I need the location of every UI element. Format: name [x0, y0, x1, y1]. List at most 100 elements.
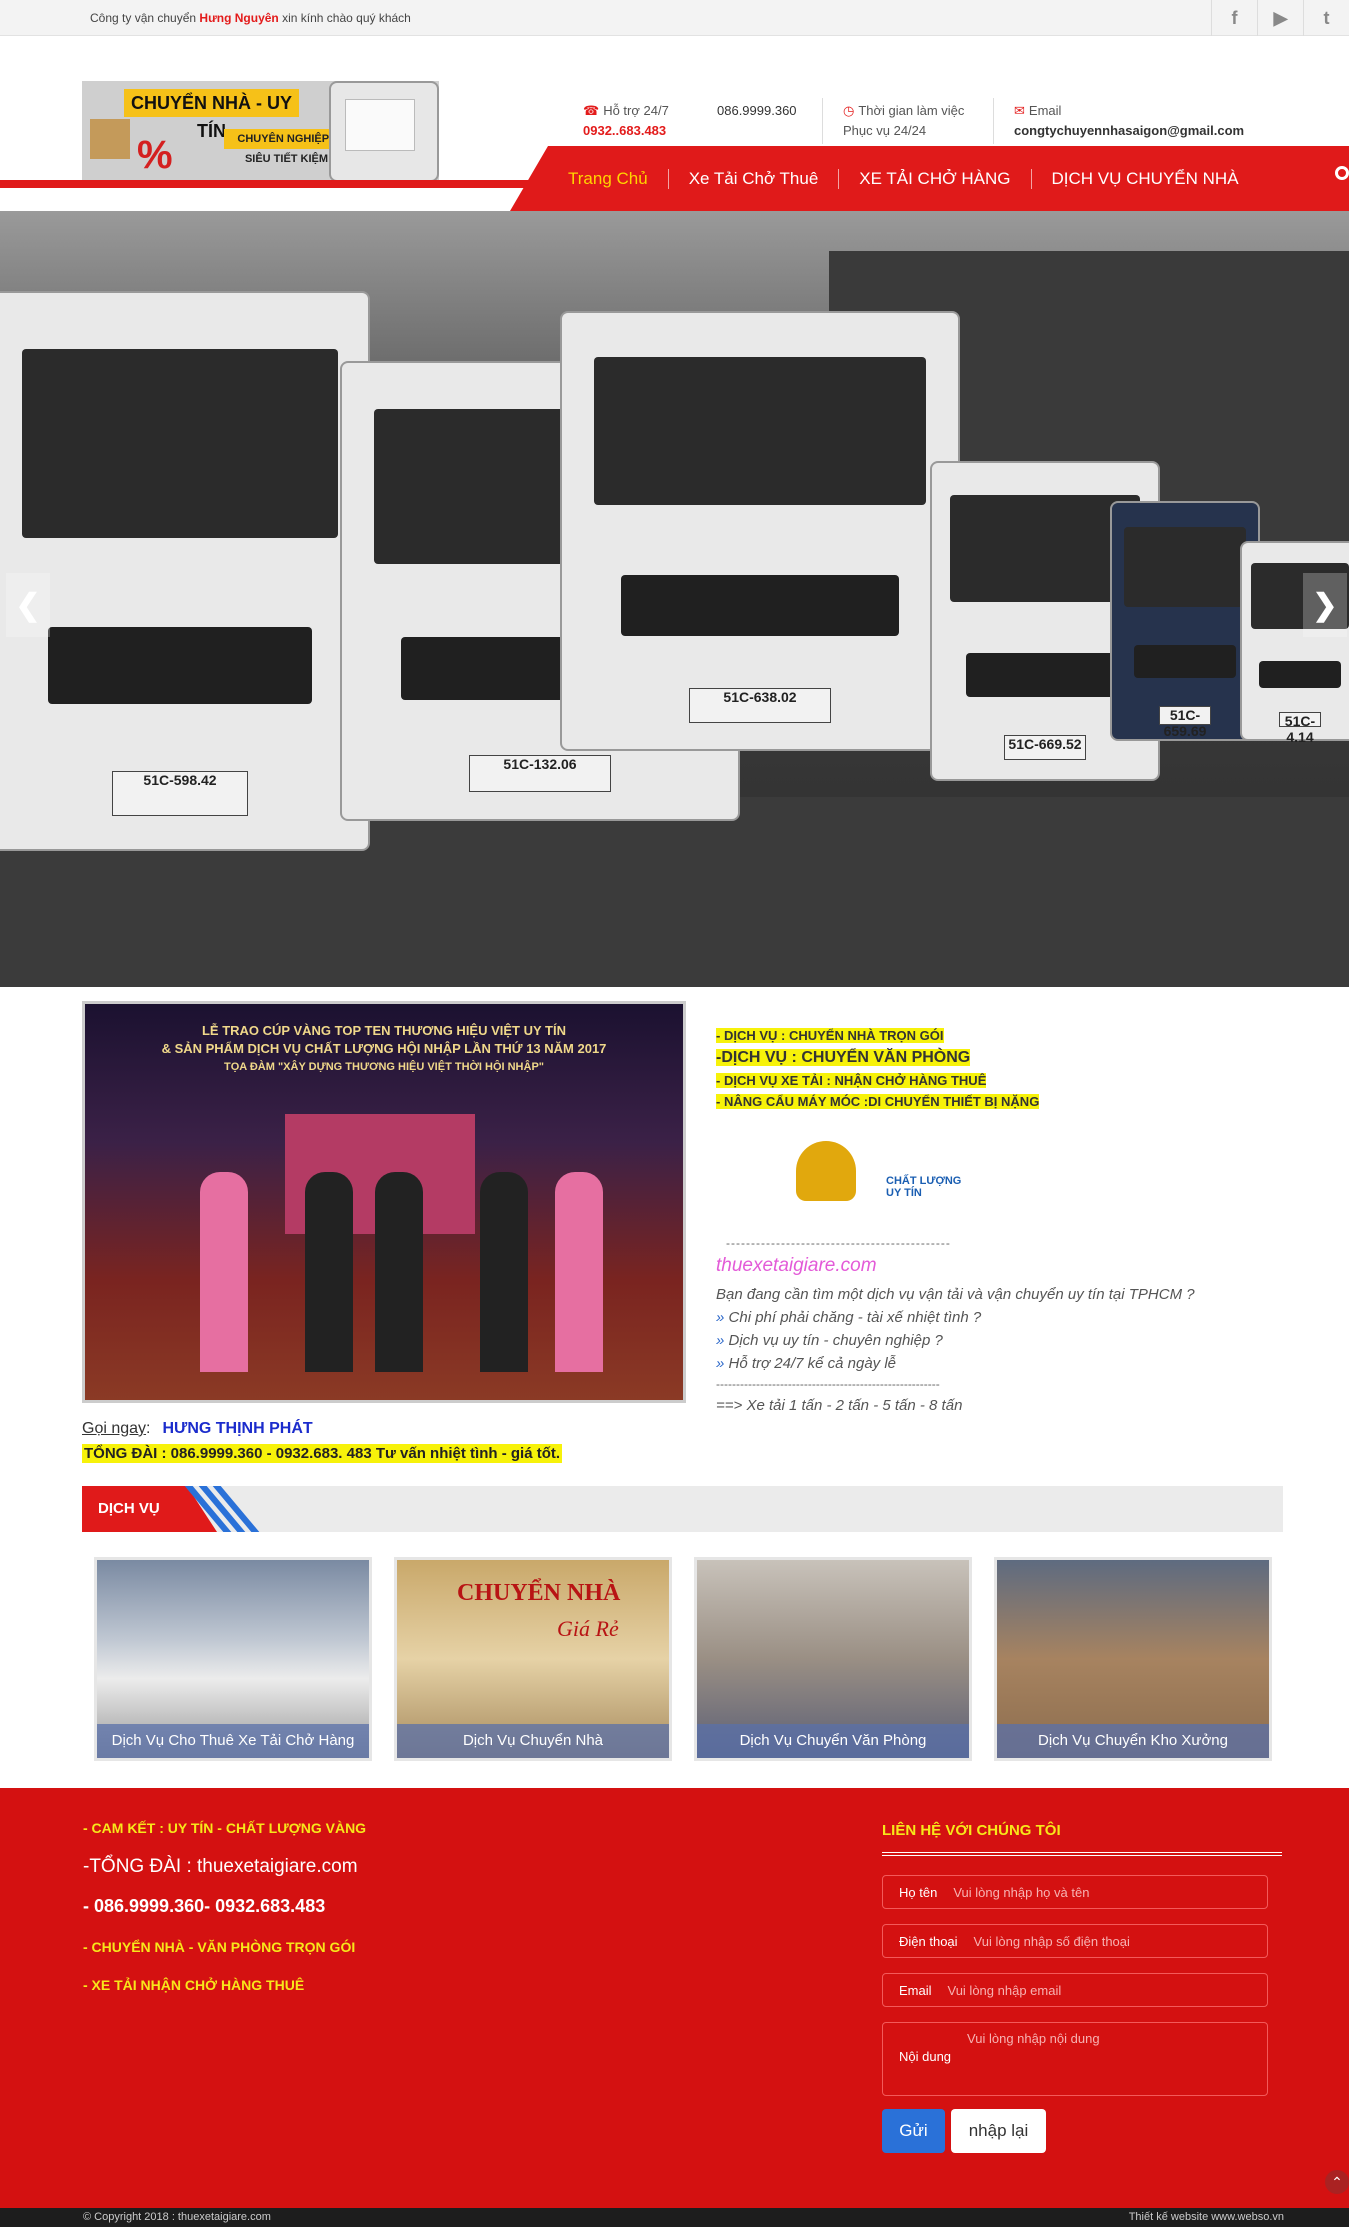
nav-item-home[interactable]: Trang Chủ [548, 168, 669, 189]
card-overlay-subtitle: Giá Rẻ [557, 1616, 619, 1641]
footer-switchboard: -TỔNG ĐÀI : thuexetaigiare.com [83, 1856, 358, 1877]
field-label: Nội dung [899, 2049, 952, 2064]
youtube-icon[interactable]: ▶ [1257, 0, 1303, 36]
hero-truck: 51C-638.02 [560, 311, 960, 751]
back-to-top-icon[interactable]: ⌃ [1325, 2170, 1349, 2194]
designer-credit[interactable]: Thiết kế website www.webso.vn [1129, 2211, 1284, 2223]
service-item: - DỊCH VỤ XE TẢI : NHẬN CHỞ HÀNG THUÊ [716, 1073, 987, 1088]
footer-info: - CAM KẾT : UY TÍN - CHẤT LƯỢNG VÀNG -TỔ… [83, 1820, 366, 1993]
contact-title: LIÊN HỆ VỚI CHÚNG TÔI [882, 1822, 1061, 1839]
facebook-icon[interactable]: f [1211, 0, 1257, 36]
twitter-icon[interactable]: t [1303, 0, 1349, 36]
nav-item-truck-rent[interactable]: Xe Tải Chở Thuê [669, 168, 840, 189]
intro-text: Bạn đang cần tìm một dịch vụ vận tải và … [716, 1286, 1195, 1303]
hours-info: ◷ Thời gian làm việc Phục vụ 24/24 [843, 103, 964, 138]
copyright: © Copyright 2018 : thuexetaigiare.com [83, 2211, 271, 2223]
envelope-icon: ✉ [1014, 103, 1025, 118]
bullet-icon: » [716, 1355, 725, 1372]
field-placeholder: Vui lòng nhập email [947, 1982, 1062, 1998]
handshake-icon [796, 1141, 856, 1201]
greeting-brand: Hưng Nguyên [199, 11, 279, 25]
header-divider [993, 98, 994, 144]
call-name[interactable]: HƯNG THỊNH PHÁT [163, 1420, 313, 1437]
card-caption: Dịch Vụ Cho Thuê Xe Tải Chở Hàng [97, 1724, 369, 1758]
site-name[interactable]: thuexetaigiare.com [716, 1255, 877, 1277]
quality-badge: CHẤT LƯỢNG UY TÍN [716, 1135, 986, 1215]
field-placeholder: Vui lòng nhập số điện thoại [973, 1933, 1130, 1949]
award-photo: LỄ TRAO CÚP VÀNG TOP TEN THƯƠNG HIỆU VIỆ… [82, 1001, 686, 1403]
award-line3: TỌA ĐÀM "XÂY DỰNG THƯƠNG HIỆU VIỆT THỜI … [223, 1061, 544, 1073]
truck-loads: ==> Xe tải 1 tấn - 2 tấn - 5 tấn - 8 tấn [716, 1397, 963, 1414]
services-section-header: DỊCH VỤ [82, 1486, 1283, 1532]
submit-button[interactable]: Gửi [882, 2109, 945, 2153]
footer-line: - XE TẢI NHẬN CHỞ HÀNG THUÊ [83, 1977, 305, 1993]
card-overlay-title: CHUYỂN NHÀ [457, 1580, 621, 1606]
clock-icon: ◷ [843, 103, 855, 118]
contact-rule [882, 1852, 1282, 1856]
award-person [375, 1172, 423, 1372]
card-caption: Dịch Vụ Chuyển Kho Xưởng [997, 1724, 1269, 1758]
greeting: Công ty vận chuyển Hưng Nguyên xin kính … [90, 11, 411, 25]
hero-slider: 51C-598.42 51C-132.06 51C-638.02 51C-669… [0, 211, 1349, 987]
support-phone2[interactable]: 0932..683.483 [583, 123, 669, 138]
greeting-prefix: Công ty vận chuyển [90, 11, 200, 25]
service-item: - DỊCH VỤ : CHUYỂN NHÀ TRỌN GÓI [716, 1028, 944, 1043]
bullet-text: Dịch vụ uy tín - chuyên nghiệp ? [728, 1332, 943, 1349]
hero-truck: 51C-659.69 [1110, 501, 1260, 741]
phone-field[interactable]: Điện thoại Vui lòng nhập số điện thoại [882, 1924, 1268, 1958]
service-item: - NÂNG CẨU MÁY MÓC :DI CHUYỂN THIẾT BỊ N… [716, 1094, 1040, 1109]
divider-dashes: ----------------------------------------… [716, 1377, 940, 1391]
award-person [200, 1172, 248, 1372]
field-placeholder: Vui lòng nhập họ và tên [953, 1884, 1090, 1900]
greeting-suffix: xin kính chào quý khách [278, 11, 411, 25]
reset-button[interactable]: nhập lại [951, 2109, 1046, 2153]
support-phone1[interactable]: 086.9999.360 [717, 103, 797, 118]
nav-item-cargo-truck[interactable]: XE TẢI CHỞ HÀNG [839, 168, 1032, 189]
email-field[interactable]: Email Vui lòng nhập email [882, 1973, 1268, 2007]
nav-bar: Trang Chủ Xe Tải Chở Thuê XE TẢI CHỞ HÀN… [510, 146, 1349, 211]
intro-copy: Bạn đang cần tìm một dịch vụ vận tải và … [716, 1283, 1195, 1375]
message-field[interactable]: Nội dung Vui lòng nhập nội dung [882, 2022, 1268, 2096]
service-card[interactable]: Dịch Vụ Chuyển Văn Phòng [694, 1557, 972, 1761]
email-info: ✉ Email congtychuyennhasaigon@gmail.com [1014, 103, 1244, 138]
card-caption: Dịch Vụ Chuyển Nhà [397, 1724, 669, 1758]
header-divider [822, 98, 823, 144]
divider-dashes: ----------------------------------------… [726, 1236, 951, 1250]
hours-value: Phục vụ 24/24 [843, 123, 927, 138]
slider-prev-icon[interactable]: ❮ [6, 573, 50, 637]
footer-line: - CHUYỂN NHÀ - VĂN PHÒNG TRỌN GÓI [83, 1939, 356, 1955]
social-links: f ▶ t [1211, 0, 1349, 36]
field-placeholder: Vui lòng nhập nội dung [967, 2031, 1100, 2046]
call-now: Gọi ngay: HƯNG THỊNH PHÁT [82, 1420, 313, 1437]
hotline: TỔNG ĐÀI : 086.9999.360 - 0932.683. 483 … [82, 1444, 563, 1463]
logo-line1: CHUYỂN NHÀ - UY TÍN [124, 89, 299, 141]
service-card[interactable]: Dịch Vụ Cho Thuê Xe Tải Chở Hàng [94, 1557, 372, 1761]
truck-plate: 51C-638.02 [688, 687, 832, 723]
headset-icon: ☎ [583, 103, 600, 118]
award-caption: LỄ TRAO CÚP VÀNG TOP TEN THƯƠNG HIỆU VIỆ… [85, 1022, 683, 1076]
email-value[interactable]: congtychuyennhasaigon@gmail.com [1014, 123, 1244, 138]
hero-truck: 51C-4.14 [1240, 541, 1349, 745]
service-card[interactable]: Dịch Vụ Chuyển Kho Xưởng [994, 1557, 1272, 1761]
award-person [480, 1172, 528, 1372]
email-label: Email [1028, 103, 1062, 118]
field-label: Email [899, 1982, 932, 1998]
name-field[interactable]: Họ tên Vui lòng nhập họ và tên [882, 1875, 1268, 1909]
nav-red-line [0, 180, 540, 188]
truck-plate: 51C-659.69 [1158, 705, 1212, 739]
quality-text: CHẤT LƯỢNG UY TÍN [886, 1175, 962, 1199]
award-person [305, 1172, 353, 1372]
nav-item-moving-service[interactable]: DỊCH VỤ CHUYỂN NHÀ [1032, 169, 1259, 189]
bottom-bar: © Copyright 2018 : thuexetaigiare.com Th… [0, 2208, 1349, 2227]
slider-next-icon[interactable]: ❯ [1303, 573, 1347, 637]
service-card[interactable]: CHUYỂN NHÀ Giá Rẻ Dịch Vụ Chuyển Nhà [394, 1557, 672, 1761]
truck-plate: 51C-669.52 [1004, 734, 1086, 761]
services-list: - DỊCH VỤ : CHUYỂN NHÀ TRỌN GÓI -DỊCH VỤ… [716, 1028, 1040, 1115]
search-icon[interactable] [1335, 166, 1349, 180]
main-nav: Trang Chủ Xe Tải Chở Thuê XE TẢI CHỞ HÀN… [0, 146, 1349, 211]
footer-commit: - CAM KẾT : UY TÍN - CHẤT LƯỢNG VÀNG [83, 1820, 367, 1836]
top-bar: Công ty vận chuyển Hưng Nguyên xin kính … [0, 0, 1349, 36]
header: CHUYỂN NHÀ - UY TÍN CHUYÊN NGHIỆP - SIÊU… [0, 36, 1349, 182]
hero-truck: 51C-598.42 [0, 291, 370, 851]
award-line1: LỄ TRAO CÚP VÀNG TOP TEN THƯƠNG HIỆU VIỆ… [201, 1023, 566, 1038]
